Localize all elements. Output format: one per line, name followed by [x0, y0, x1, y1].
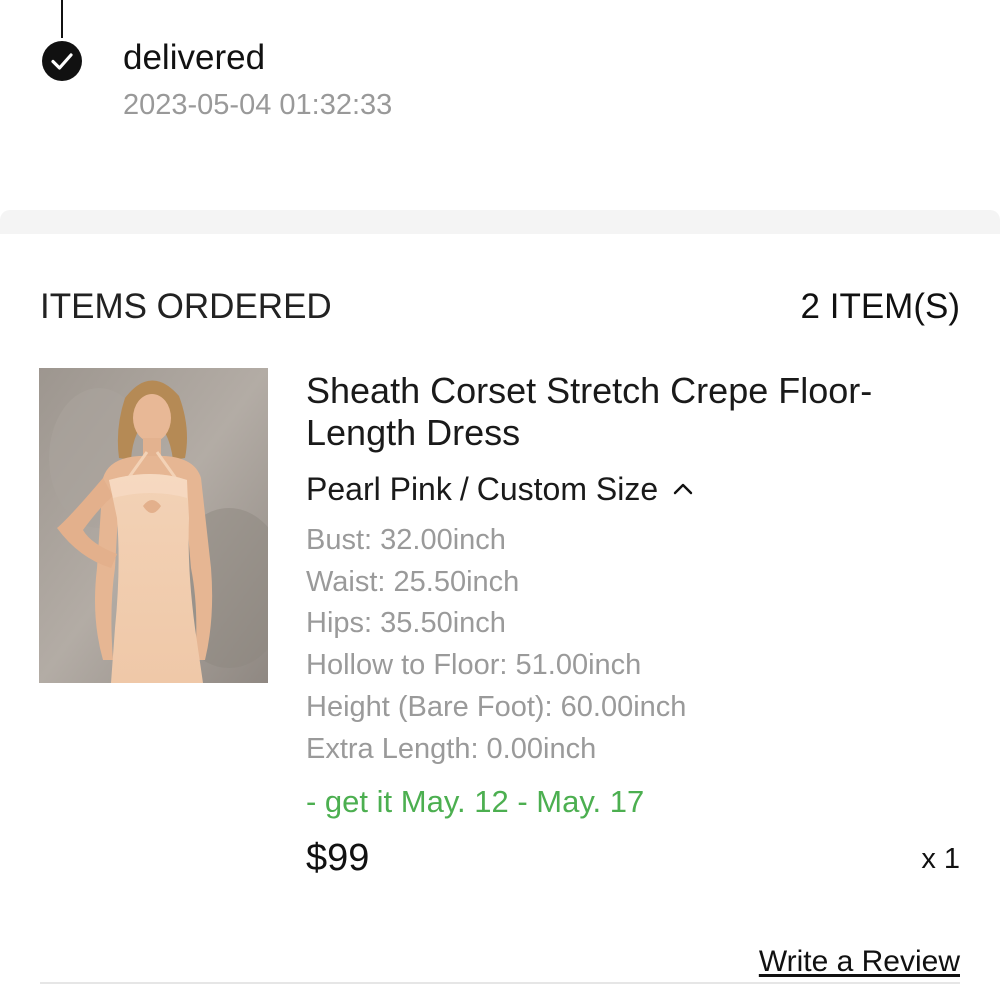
measurement-extra-length: Extra Length: 0.00inch [306, 732, 597, 765]
measurement-list: Bust: 32.00inch Waist: 25.50inch Hips: 3… [306, 520, 686, 770]
measurement-hollow-to-floor: Hollow to Floor: 51.00inch [306, 649, 642, 682]
check-circle-icon [42, 41, 82, 81]
variant-toggle[interactable]: Pearl Pink / Custom Size [306, 470, 694, 508]
measurement-hips: Hips: 35.50inch [306, 607, 506, 640]
dress-photo-illustration [39, 368, 268, 683]
variant-color: Pearl Pink [306, 471, 452, 507]
bottom-divider [40, 982, 960, 984]
write-review-link[interactable]: Write a Review [759, 944, 960, 980]
items-count: 2 ITEM(S) [800, 287, 960, 326]
product-title[interactable]: Sheath Corset Stretch Crepe Floor-Length… [306, 370, 946, 454]
delivery-estimate: - get it May. 12 - May. 17 [306, 784, 645, 819]
product-image[interactable] [39, 368, 268, 683]
measurement-waist: Waist: 25.50inch [306, 565, 520, 598]
product-quantity: x 1 [921, 843, 960, 875]
product-price: $99 [306, 837, 370, 879]
chevron-up-icon[interactable] [672, 478, 694, 500]
variant-separator: / [459, 471, 469, 507]
section-divider [0, 210, 1000, 234]
order-detail-page: delivered 2023-05-04 01:32:33 ITEMS ORDE… [0, 0, 1000, 1000]
items-ordered-heading: ITEMS ORDERED [40, 287, 332, 326]
measurement-height: Height (Bare Foot): 60.00inch [306, 690, 687, 723]
status-label: delivered [123, 38, 266, 77]
variant-size-type: Custom Size [476, 471, 659, 507]
status-timestamp: 2023-05-04 01:32:33 [123, 89, 393, 121]
measurement-bust: Bust: 32.00inch [306, 524, 506, 556]
timeline-line [61, 0, 63, 38]
